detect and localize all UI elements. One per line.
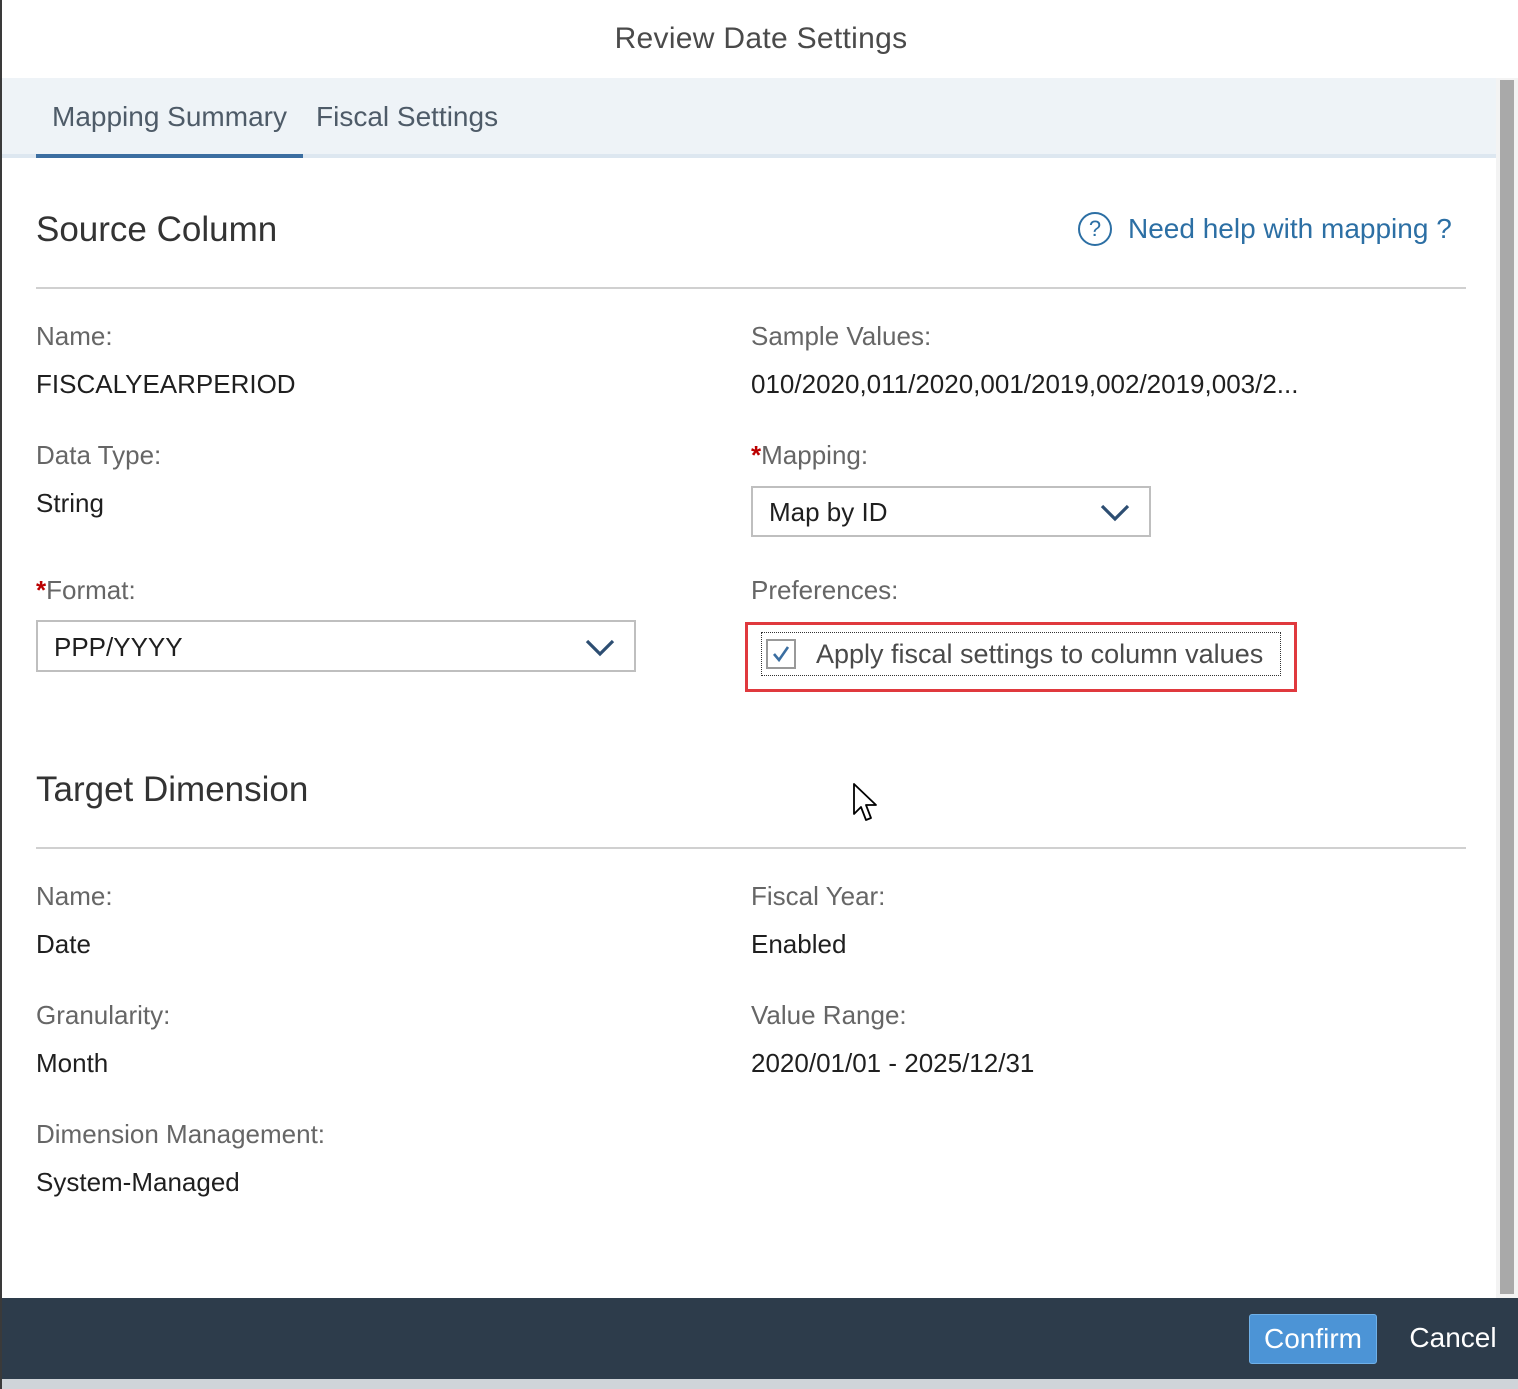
fiscal-year-value: Enabled bbox=[751, 929, 847, 959]
checkmark-icon bbox=[773, 646, 790, 663]
sample-values-label: Sample Values: bbox=[751, 321, 932, 351]
data-type-value: String bbox=[36, 488, 104, 518]
vertical-scrollbar[interactable] bbox=[1496, 78, 1518, 1298]
value-range-label: Value Range: bbox=[751, 1000, 907, 1030]
tab-mapping-summary[interactable]: Mapping Summary bbox=[36, 78, 303, 158]
cancel-button[interactable]: Cancel bbox=[1397, 1314, 1509, 1364]
target-name-label: Name: bbox=[36, 881, 113, 911]
tab-bar: Mapping Summary Fiscal Settings bbox=[2, 78, 1498, 158]
help-mapping-link[interactable]: ? Need help with mapping ? bbox=[1078, 212, 1452, 246]
format-label-text: Format: bbox=[46, 575, 136, 605]
review-date-settings-dialog: Review Date Settings Mapping Summary Fis… bbox=[0, 0, 1518, 1389]
format-select-value: PPP/YYYY bbox=[54, 632, 183, 662]
chevron-down-icon[interactable] bbox=[1099, 498, 1131, 526]
source-name-label: Name: bbox=[36, 321, 113, 351]
dialog-footer: Confirm Cancel bbox=[2, 1298, 1518, 1379]
checkbox-box[interactable] bbox=[766, 639, 796, 669]
source-column-heading: Source Column bbox=[36, 210, 278, 249]
mouse-pointer-icon bbox=[853, 783, 877, 821]
required-marker: * bbox=[751, 440, 762, 470]
confirm-button[interactable]: Confirm bbox=[1249, 1314, 1377, 1364]
source-divider bbox=[36, 287, 1466, 289]
dialog-header: Review Date Settings bbox=[2, 0, 1518, 79]
dialog-title: Review Date Settings bbox=[614, 22, 908, 55]
value-range-value: 2020/01/01 - 2025/12/31 bbox=[751, 1048, 1035, 1078]
dimension-management-label: Dimension Management: bbox=[36, 1119, 326, 1149]
granularity-label: Granularity: bbox=[36, 1000, 171, 1030]
mapping-label-text: Mapping: bbox=[761, 440, 869, 470]
granularity-value: Month bbox=[36, 1048, 109, 1078]
background-strip bbox=[2, 1379, 1518, 1389]
data-type-label: Data Type: bbox=[36, 440, 162, 470]
mapping-label: *Mapping: bbox=[751, 440, 868, 471]
question-circle-icon: ? bbox=[1078, 212, 1112, 246]
mapping-select-value: Map by ID bbox=[769, 497, 888, 527]
apply-fiscal-settings-label: Apply fiscal settings to column values bbox=[816, 638, 1264, 669]
apply-fiscal-settings-checkbox[interactable]: Apply fiscal settings to column values bbox=[761, 632, 1281, 676]
mapping-select[interactable]: Map by ID bbox=[751, 486, 1151, 537]
source-name-value: FISCALYEARPERIOD bbox=[36, 369, 296, 399]
target-name-value: Date bbox=[36, 929, 91, 959]
format-select[interactable]: PPP/YYYY bbox=[36, 620, 636, 672]
sample-values-value: 010/2020,011/2020,001/2019,002/2019,003/… bbox=[751, 369, 1299, 399]
scrollbar-thumb[interactable] bbox=[1500, 80, 1514, 1294]
fiscal-year-label: Fiscal Year: bbox=[751, 881, 886, 911]
preferences-label: Preferences: bbox=[751, 575, 899, 605]
help-mapping-link-text: Need help with mapping ? bbox=[1128, 213, 1452, 244]
target-divider bbox=[36, 847, 1466, 849]
chevron-down-icon[interactable] bbox=[584, 633, 616, 661]
required-marker: * bbox=[36, 575, 47, 605]
target-dimension-heading: Target Dimension bbox=[36, 770, 309, 809]
dimension-management-value: System-Managed bbox=[36, 1167, 240, 1197]
format-label: *Format: bbox=[36, 575, 136, 606]
tab-fiscal-settings[interactable]: Fiscal Settings bbox=[300, 78, 514, 158]
